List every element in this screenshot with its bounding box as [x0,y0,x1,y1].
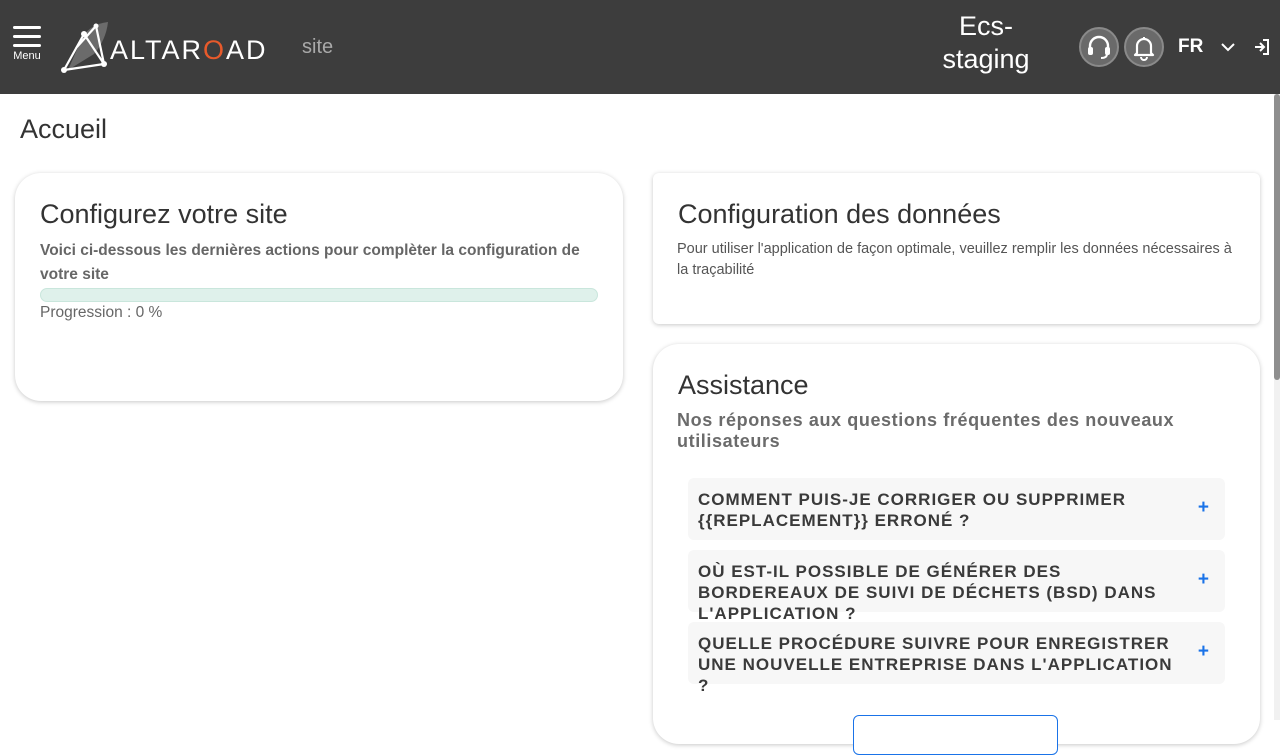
menu-button[interactable]: Menu [10,26,44,70]
faq-list: Comment puis-je corriger ou supprimer {{… [688,478,1225,695]
top-navigation-bar: Menu ALTAROAD site Ecs-staging FR [0,0,1280,94]
faq-item[interactable]: Comment puis-je corriger ou supprimer {{… [688,478,1225,540]
sign-in-icon [1255,39,1269,55]
faq-question: Où est-il possible de générer des border… [698,562,1157,623]
card-title: Configurez votre site [40,199,288,229]
data-configuration-card[interactable]: Configuration des données Pour utiliser … [653,173,1260,324]
support-button[interactable] [1079,27,1119,67]
chevron-down-icon [1221,43,1235,52]
site-label: site [302,36,334,58]
progress-text: Progression : 0 % [40,304,163,321]
page-scrollbar[interactable] [1274,94,1280,720]
language-dropdown-button[interactable] [1220,40,1236,59]
notifications-button[interactable] [1124,27,1164,67]
card-subtitle: Voici ci-dessous les dernières actions p… [40,242,580,283]
card-title: Configuration des données [678,199,1001,229]
scrollbar-thumb[interactable] [1274,94,1280,380]
faq-question: Quelle procédure suivre pour enregistrer… [698,634,1173,695]
expand-plus-icon[interactable]: + [1198,497,1209,519]
faq-item[interactable]: Où est-il possible de générer des border… [688,550,1225,623]
login-button[interactable] [1253,38,1271,61]
site-configuration-card: Configurez votre site Voici ci-dessous l… [15,173,623,401]
expand-plus-icon[interactable]: + [1198,569,1209,591]
expand-plus-icon[interactable]: + [1198,641,1209,663]
bell-icon [1133,37,1155,61]
progress-bar [40,288,598,302]
environment-name: Ecs-staging [942,11,1030,74]
more-faq-button[interactable] [853,715,1058,755]
language-selector[interactable]: FR [1178,36,1203,58]
logo-wordmark: ALTAROAD [110,35,268,65]
headset-icon [1088,35,1110,59]
card-description: Pour utiliser l'application de façon opt… [677,241,1232,278]
card-title: Assistance [678,370,809,400]
altaroad-logo[interactable]: ALTAROAD [60,20,280,74]
faq-item[interactable]: Quelle procédure suivre pour enregistrer… [688,622,1225,695]
faq-question: Comment puis-je corriger ou supprimer {{… [698,490,1127,530]
page-title: Accueil [20,114,108,144]
menu-label: Menu [13,50,41,62]
card-subtitle: Nos réponses aux questions fréquentes de… [677,410,1175,451]
logo-mark-icon [61,22,108,73]
assistance-card: Assistance Nos réponses aux questions fr… [653,344,1260,755]
hamburger-icon [13,26,41,47]
